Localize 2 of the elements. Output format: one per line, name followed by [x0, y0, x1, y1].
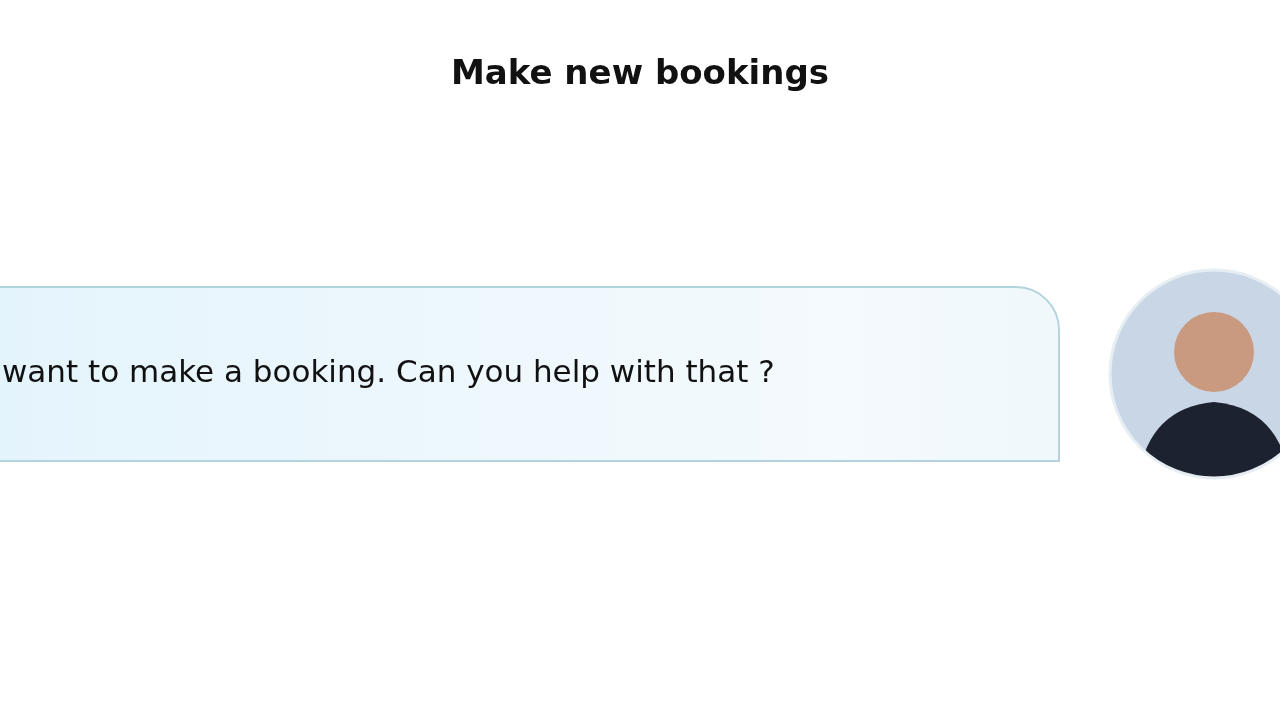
message-text: want to make a booking. Can you help with that ? [2, 353, 775, 391]
page-title: Make new bookings [450, 51, 830, 94]
